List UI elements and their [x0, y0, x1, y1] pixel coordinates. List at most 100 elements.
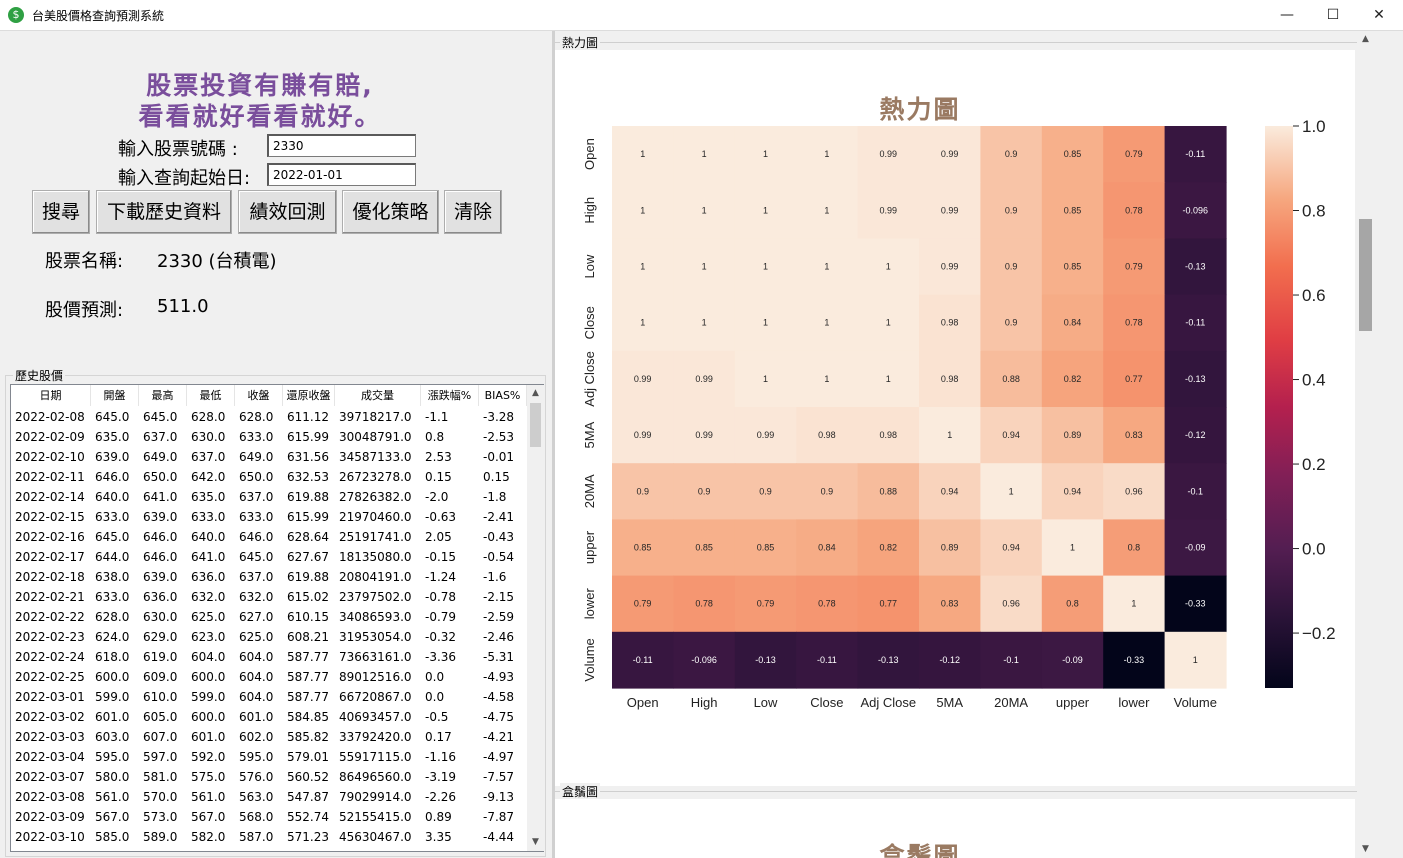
table-cell: 579.01: [287, 750, 329, 764]
y-tick-label: High: [582, 197, 597, 224]
column-header[interactable]: BIAS%: [479, 385, 527, 406]
table-cell: -1.8: [483, 490, 507, 504]
column-header[interactable]: 漲跌幅%: [421, 385, 479, 406]
table-cell: 636.0: [143, 590, 178, 604]
table-row[interactable]: 2022-03-07 580.0 581.0 575.0 576.0 560.52 8649…: [11, 767, 527, 787]
table-cell: 570.0: [143, 790, 178, 804]
maximize-button[interactable]: ☐: [1310, 0, 1356, 31]
heatmap-cell-label: 0.79: [634, 599, 652, 609]
table-row[interactable]: 2022-02-23 624.0 629.0 623.0 625.0 608.21 3195…: [11, 627, 527, 647]
column-header[interactable]: 最低: [187, 385, 235, 406]
scroll-up-arrow-icon[interactable]: ▲: [527, 385, 544, 402]
table-cell: -0.43: [483, 530, 515, 544]
right-vertical-scrollbar[interactable]: ▲ ▼: [1357, 31, 1374, 858]
heatmap-cell-label: -0.11: [1185, 318, 1205, 328]
download-history-button[interactable]: 下載歷史資料: [96, 190, 232, 234]
heatmap-cell-label: 0.9: [821, 486, 834, 496]
table-cell: 628.64: [287, 530, 329, 544]
column-header[interactable]: 日期: [11, 385, 91, 406]
close-button[interactable]: ✕: [1356, 0, 1402, 31]
heatmap-cell-label: 0.77: [880, 599, 898, 609]
heatmap-cell-label: 0.79: [1125, 262, 1143, 272]
table-cell: 605.0: [143, 710, 178, 724]
column-header[interactable]: 還原收盤: [283, 385, 335, 406]
table-cell: 627.0: [239, 610, 274, 624]
table-row[interactable]: 2022-02-17 644.0 646.0 641.0 645.0 627.67 1813…: [11, 547, 527, 567]
table-cell: 2022-03-09: [15, 810, 85, 824]
table-row[interactable]: 2022-02-25 600.0 609.0 600.0 604.0 587.77 8901…: [11, 667, 527, 687]
scroll-down-arrow-icon[interactable]: ▼: [527, 834, 544, 851]
optimize-strategy-button[interactable]: 優化策略: [342, 190, 439, 234]
table-row[interactable]: 2022-03-02 601.0 605.0 600.0 601.0 584.85 4069…: [11, 707, 527, 727]
minimize-button[interactable]: —: [1264, 0, 1310, 31]
heatmap-cell-label: 0.96: [1125, 486, 1143, 496]
table-cell: 0.17: [425, 730, 452, 744]
table-cell: 595.0: [239, 750, 274, 764]
heatmap-cell-label: 0.82: [880, 543, 898, 553]
column-header[interactable]: 成交量: [335, 385, 421, 406]
start-date-input[interactable]: 2022-01-01: [267, 163, 416, 186]
history-table[interactable]: 日期 開盤 最高 最低 收盤 還原收盤 成交量 漲跌幅% BIAS% 2022-02-08 645…: [10, 384, 544, 852]
table-row[interactable]: 2022-02-10 639.0 649.0 637.0 649.0 631.56 3458…: [11, 447, 527, 467]
clear-button[interactable]: 清除: [444, 190, 502, 234]
heatmap-cell-label: 1: [886, 374, 891, 384]
table-cell: 2022-02-17: [15, 550, 85, 564]
column-header[interactable]: 開盤: [91, 385, 139, 406]
table-row[interactable]: 2022-02-08 645.0 645.0 628.0 628.0 611.12 3971…: [11, 407, 527, 427]
y-tick-label: upper: [582, 530, 597, 564]
table-row[interactable]: 2022-02-18 638.0 639.0 636.0 637.0 619.88 2080…: [11, 567, 527, 587]
table-cell: 587.77: [287, 650, 329, 664]
table-row[interactable]: 2022-03-10 585.0 589.0 582.0 587.0 571.23 4563…: [11, 827, 527, 847]
table-cell: 2022-03-07: [15, 770, 85, 784]
heatmap-cell-label: 0.9: [759, 486, 772, 496]
heatmap-cell-label: 0.9: [1005, 205, 1018, 215]
table-cell: 601.0: [95, 710, 130, 724]
table-row[interactable]: 2022-02-21 633.0 636.0 632.0 632.0 615.02 2379…: [11, 587, 527, 607]
table-row[interactable]: 2022-03-04 595.0 597.0 592.0 595.0 579.01 5591…: [11, 747, 527, 767]
table-row[interactable]: 2022-03-03 603.0 607.0 601.0 602.0 585.82 3379…: [11, 727, 527, 747]
table-row[interactable]: 2022-02-11 646.0 650.0 642.0 650.0 632.53 2672…: [11, 467, 527, 487]
right-scroll-thumb[interactable]: [1359, 219, 1372, 331]
stock-code-input[interactable]: 2330: [267, 134, 416, 157]
column-header[interactable]: 收盤: [235, 385, 283, 406]
table-cell: 581.0: [143, 770, 178, 784]
table-cell: -2.59: [483, 610, 515, 624]
heatmap-cell-label: 1: [824, 374, 829, 384]
search-button[interactable]: 搜尋: [32, 190, 90, 234]
table-cell: 2022-03-01: [15, 690, 85, 704]
table-cell: 635.0: [95, 430, 130, 444]
x-tick-label: Close: [810, 695, 843, 710]
heatmap-cell-label: 0.98: [941, 318, 959, 328]
table-row[interactable]: 2022-03-08 561.0 570.0 561.0 563.0 547.87 7902…: [11, 787, 527, 807]
table-scroll-thumb[interactable]: [530, 403, 541, 447]
heatmap-cell-label: -0.11: [1185, 149, 1205, 159]
column-header[interactable]: 最高: [139, 385, 187, 406]
table-row[interactable]: 2022-02-14 640.0 641.0 635.0 637.0 619.88 2782…: [11, 487, 527, 507]
table-cell: 623.0: [191, 630, 226, 644]
table-row[interactable]: 2022-02-16 645.0 646.0 640.0 646.0 628.64 2519…: [11, 527, 527, 547]
table-row[interactable]: 2022-02-15 633.0 639.0 633.0 633.0 615.99 2197…: [11, 507, 527, 527]
table-row[interactable]: 2022-02-22 628.0 630.0 625.0 627.0 610.15 3408…: [11, 607, 527, 627]
table-cell: 20804191.0: [339, 570, 412, 584]
heatmap-cell-label: 1: [886, 318, 891, 328]
table-row[interactable]: 2022-02-09 635.0 637.0 630.0 633.0 615.99 3004…: [11, 427, 527, 447]
right-scroll-down-arrow-icon[interactable]: ▼: [1357, 841, 1374, 858]
table-row[interactable]: 2022-03-09 567.0 573.0 567.0 568.0 552.74 5215…: [11, 807, 527, 827]
table-vertical-scrollbar[interactable]: ▲ ▼: [527, 385, 544, 851]
heatmap-cell-label: 1: [640, 262, 645, 272]
heatmap-cell-label: 0.85: [757, 543, 775, 553]
backtest-button[interactable]: 績效回測: [238, 190, 337, 234]
table-cell: 2022-03-10: [15, 830, 85, 844]
table-row[interactable]: 2022-02-24 618.0 619.0 604.0 604.0 587.77 7366…: [11, 647, 527, 667]
colorbar-tick-label: 0.0: [1302, 540, 1326, 559]
x-tick-label: Low: [754, 695, 778, 710]
heatmap-cell-label: 0.99: [634, 430, 652, 440]
table-cell: 2022-02-11: [15, 470, 85, 484]
table-cell: 600.0: [95, 670, 130, 684]
table-cell: 627.67: [287, 550, 329, 564]
heatmap-cell-label: 1: [763, 262, 768, 272]
right-scroll-up-arrow-icon[interactable]: ▲: [1357, 31, 1374, 48]
table-row[interactable]: 2022-03-01 599.0 610.0 599.0 604.0 587.77 6672…: [11, 687, 527, 707]
window-title: 台美股價格查詢預測系統: [32, 9, 165, 23]
table-cell: 2022-02-14: [15, 490, 85, 504]
